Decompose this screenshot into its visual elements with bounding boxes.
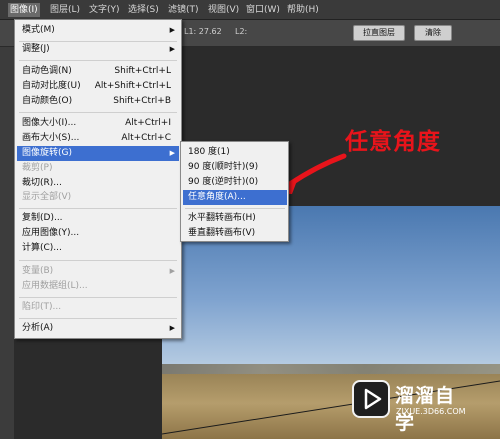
menu-item-label: 陷印(T)...	[22, 302, 62, 312]
menu-divider	[19, 297, 177, 298]
menu-item-trap[interactable]: 陷印(T)...	[17, 300, 179, 315]
menu-item-crop[interactable]: 裁剪(P)	[17, 161, 179, 176]
menu-item-label: 自动颜色(O)	[22, 96, 73, 106]
menu-item-label: 任意角度(A)...	[188, 192, 246, 202]
submenu-item-arbitrary[interactable]: 任意角度(A)...	[183, 190, 287, 205]
annotation-label: 任意角度	[345, 129, 441, 155]
menu-item-duplicate[interactable]: 复制(D)...	[17, 211, 179, 226]
menu-item-label: 裁切(R)...	[22, 178, 62, 188]
menu-help[interactable]: 帮助(H)	[285, 3, 321, 17]
menu-item-trim[interactable]: 裁切(R)...	[17, 176, 179, 191]
straighten-layer-button[interactable]: 拉直图层	[353, 25, 405, 41]
play-triangle-icon	[364, 388, 382, 410]
menu-divider	[19, 60, 177, 61]
menu-layer[interactable]: 图层(L)	[48, 3, 82, 17]
menu-item-label: 90 度(顺时针)(9)	[188, 162, 259, 172]
watermark-logo	[352, 380, 390, 418]
menu-item-reveal-all[interactable]: 显示全部(V)	[17, 190, 179, 205]
menu-item-label: 画布大小(S)...	[22, 133, 80, 143]
menu-divider	[19, 208, 177, 209]
menu-divider	[185, 208, 285, 209]
menu-filter[interactable]: 滤镜(T)	[166, 3, 201, 17]
menu-item-shortcut: Shift+Ctrl+L	[114, 66, 171, 76]
menu-item-shortcut: Alt+Shift+Ctrl+L	[94, 81, 171, 91]
submenu-item-rotate-90-cw[interactable]: 90 度(顺时针)(9)	[183, 160, 287, 175]
menu-select[interactable]: 选择(S)	[126, 3, 161, 17]
menubar: 图像(I) 图层(L) 文字(Y) 选择(S) 滤镜(T) 视图(V) 窗口(W…	[0, 0, 500, 20]
submenu-item-rotate-90-ccw[interactable]: 90 度(逆时针)(0)	[183, 175, 287, 190]
menu-item-canvas-size[interactable]: 画布大小(S)... Alt+Ctrl+C	[17, 131, 179, 146]
menu-view[interactable]: 视图(V)	[206, 3, 241, 17]
submenu-arrow-icon: ▶	[169, 324, 175, 332]
menu-item-variables[interactable]: 变量(B) ▶	[17, 264, 179, 279]
menu-item-adjust[interactable]: 调整(J) ▶	[17, 42, 179, 57]
menu-item-label: 复制(D)...	[22, 213, 63, 223]
submenu-arrow-icon: ▶	[169, 267, 175, 275]
clear-button[interactable]: 清除	[414, 25, 452, 41]
menu-item-calculations[interactable]: 计算(C)...	[17, 241, 179, 256]
menu-item-apply-image[interactable]: 应用图像(Y)...	[17, 226, 179, 241]
menu-item-label: 自动对比度(U)	[22, 81, 81, 91]
menu-image[interactable]: 图像(I)	[8, 3, 40, 17]
menu-item-label: 垂直翻转画布(V)	[188, 228, 256, 238]
menu-item-auto-contrast[interactable]: 自动对比度(U) Alt+Shift+Ctrl+L	[17, 79, 179, 94]
menu-item-label: 自动色调(N)	[22, 66, 72, 76]
menu-item-label: 分析(A)	[22, 323, 54, 333]
menu-item-label: 应用数据组(L)...	[22, 281, 88, 291]
submenu-arrow-icon: ▶	[169, 149, 175, 157]
menu-type[interactable]: 文字(Y)	[87, 3, 122, 17]
menu-item-label: 变量(B)	[22, 266, 54, 276]
menu-item-label: 模式(M)	[22, 25, 55, 35]
menu-item-label: 显示全部(V)	[22, 192, 72, 202]
menu-divider	[19, 318, 177, 319]
image-menu: 模式(M) ▶ 调整(J) ▶ 自动色调(N) Shift+Ctrl+L 自动对…	[14, 19, 182, 339]
menu-window[interactable]: 窗口(W)	[244, 3, 282, 17]
menu-item-image-rotation[interactable]: 图像旋转(G) ▶	[17, 146, 179, 161]
menu-item-label: 水平翻转画布(H)	[188, 213, 256, 223]
l1-readout: L1: 27.62	[184, 27, 222, 36]
menu-item-analysis[interactable]: 分析(A) ▶	[17, 321, 179, 336]
menu-item-label: 调整(J)	[22, 44, 50, 54]
menu-item-mode[interactable]: 模式(M) ▶	[17, 23, 179, 38]
l2-readout: L2:	[235, 27, 248, 36]
menu-item-auto-color[interactable]: 自动颜色(O) Shift+Ctrl+B	[17, 94, 179, 109]
menu-item-shortcut: Shift+Ctrl+B	[113, 96, 171, 106]
menu-divider	[19, 112, 177, 113]
menu-item-label: 应用图像(Y)...	[22, 228, 80, 238]
submenu-item-rotate-180[interactable]: 180 度(1)	[183, 145, 287, 160]
menu-item-image-size[interactable]: 图像大小(I)... Alt+Ctrl+I	[17, 116, 179, 131]
watermark-url: ZIXUE.3D66.COM	[396, 407, 466, 416]
menu-item-apply-data-set[interactable]: 应用数据组(L)...	[17, 279, 179, 294]
submenu-arrow-icon: ▶	[169, 45, 175, 53]
image-rotation-submenu: 180 度(1) 90 度(顺时针)(9) 90 度(逆时针)(0) 任意角度(…	[180, 141, 289, 242]
menu-item-shortcut: Alt+Ctrl+C	[121, 133, 171, 143]
menu-item-label: 计算(C)...	[22, 243, 62, 253]
menu-divider	[19, 260, 177, 261]
menu-item-label: 180 度(1)	[188, 147, 230, 157]
menu-item-auto-tone[interactable]: 自动色调(N) Shift+Ctrl+L	[17, 64, 179, 79]
submenu-arrow-icon: ▶	[169, 26, 175, 34]
menu-item-label: 90 度(逆时针)(0)	[188, 177, 259, 187]
menu-item-label: 图像大小(I)...	[22, 118, 77, 128]
menu-item-label: 图像旋转(G)	[22, 148, 72, 158]
tools-panel-edge	[0, 47, 14, 439]
submenu-item-flip-horizontal[interactable]: 水平翻转画布(H)	[183, 211, 287, 226]
menu-item-label: 裁剪(P)	[22, 163, 53, 173]
watermark: 溜溜自学 ZIXUE.3D66.COM	[352, 376, 467, 434]
menu-item-shortcut: Alt+Ctrl+I	[125, 118, 171, 128]
submenu-item-flip-vertical[interactable]: 垂直翻转画布(V)	[183, 226, 287, 241]
